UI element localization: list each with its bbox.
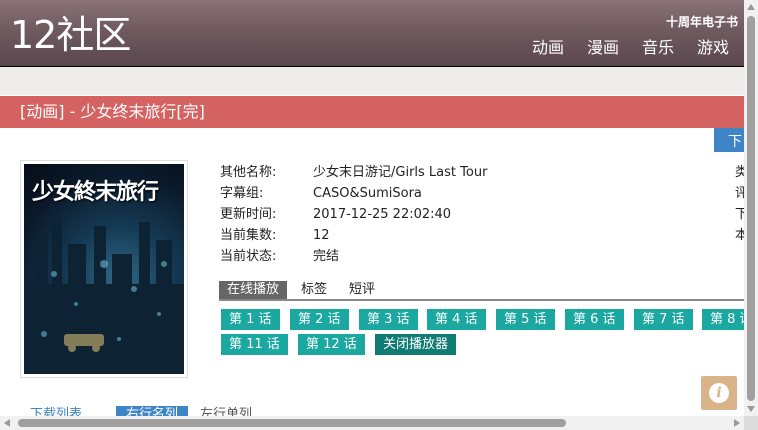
scroll-down-icon[interactable] xyxy=(747,406,755,412)
poster-image[interactable]: 少女終末旅行 xyxy=(24,164,184,374)
info-label: 字幕组: xyxy=(220,186,264,201)
episode-button[interactable]: 第 12 话 xyxy=(298,334,365,355)
episode-button[interactable]: 第 1 话 xyxy=(221,309,280,330)
vertical-scrollbar[interactable] xyxy=(744,0,758,416)
nav-game[interactable]: 游戏 xyxy=(697,37,729,59)
info-value: CASO&SumiSora xyxy=(313,186,422,201)
header-band xyxy=(0,66,744,95)
horizontal-scrollbar[interactable] xyxy=(0,416,744,430)
site-header: 12社区 十周年电子书 动画 漫画 音乐 游戏 xyxy=(0,0,744,66)
tab-short-reviews[interactable]: 短评 xyxy=(341,281,383,299)
page-title: [动画] - 少女终末旅行[完] xyxy=(20,102,205,121)
site-logo[interactable]: 12社区 xyxy=(10,12,131,58)
info-row-episodes: 当前集数: 12 xyxy=(220,225,487,246)
info-row-other-names: 其他名称: 少女末日游记/Girls Last Tour xyxy=(220,162,487,183)
episode-button[interactable]: 第 11 话 xyxy=(221,334,288,355)
info-icon[interactable]: i xyxy=(701,376,737,410)
tab-tags[interactable]: 标签 xyxy=(293,281,335,299)
info-value: 12 xyxy=(313,228,330,243)
episode-button[interactable]: 第 2 话 xyxy=(290,309,349,330)
info-glyph: i xyxy=(709,383,729,403)
info-row-updated: 更新时间: 2017-12-25 22:02:40 xyxy=(220,204,487,225)
scroll-right-icon[interactable] xyxy=(734,419,740,427)
info-row-subgroup: 字幕组: CASO&SumiSora xyxy=(220,183,487,204)
info-value: 少女末日游记/Girls Last Tour xyxy=(313,165,488,180)
nav-anime[interactable]: 动画 xyxy=(532,37,564,59)
right-info-item: 类 xyxy=(735,165,744,180)
content-tabs: 在线播放 标签 短评 xyxy=(219,281,744,301)
vertical-scroll-thumb[interactable] xyxy=(747,16,755,401)
episode-button[interactable]: 第 5 话 xyxy=(496,309,555,330)
tab-online-play[interactable]: 在线播放 xyxy=(219,281,288,299)
right-info-item: 评 xyxy=(735,186,744,201)
info-label: 当前状态: xyxy=(220,249,277,264)
scrollbar-corner xyxy=(744,416,758,430)
close-player-button[interactable]: 关闭播放器 xyxy=(375,334,457,355)
right-info-item: 下 xyxy=(735,207,744,222)
info-value: 2017-12-25 22:02:40 xyxy=(313,207,452,222)
poster-frame: 少女終末旅行 xyxy=(20,160,188,378)
page-viewport: 12社区 十周年电子书 动画 漫画 音乐 游戏 [动画] - 少女终末旅行[完]… xyxy=(0,0,758,430)
info-table: 其他名称: 少女末日游记/Girls Last Tour 字幕组: CASO&S… xyxy=(220,162,487,267)
scroll-up-icon[interactable] xyxy=(747,4,755,10)
poster-title: 少女終末旅行 xyxy=(32,180,159,205)
info-label: 其他名称: xyxy=(220,165,277,180)
right-info-column: 类 评 下 本 xyxy=(735,162,744,246)
nav-manga[interactable]: 漫画 xyxy=(587,37,619,59)
scroll-left-icon[interactable] xyxy=(4,419,10,427)
episode-list: 第 1 话 第 2 话 第 3 话 第 4 话 第 5 话 第 6 话 第 7 … xyxy=(221,309,745,359)
episode-button[interactable]: 第 8 话 xyxy=(702,309,745,330)
info-label: 更新时间: xyxy=(220,207,277,222)
horizontal-scroll-thumb[interactable] xyxy=(18,419,566,427)
right-info-item: 本 xyxy=(735,228,744,243)
info-value: 完结 xyxy=(313,249,340,264)
download-button[interactable]: 下 xyxy=(714,128,744,152)
info-label: 当前集数: xyxy=(220,228,277,243)
episode-button[interactable]: 第 7 话 xyxy=(634,309,693,330)
episode-button[interactable]: 第 3 话 xyxy=(359,309,418,330)
info-row-status: 当前状态: 完结 xyxy=(220,246,487,267)
episode-button[interactable]: 第 6 话 xyxy=(565,309,624,330)
anniversary-ebook-link[interactable]: 十周年电子书 xyxy=(666,13,738,30)
nav-music[interactable]: 音乐 xyxy=(642,37,674,59)
page-title-bar: [动画] - 少女终末旅行[完] xyxy=(0,96,744,128)
main-nav: 动画 漫画 音乐 游戏 xyxy=(509,37,744,59)
episode-button[interactable]: 第 4 话 xyxy=(427,309,486,330)
